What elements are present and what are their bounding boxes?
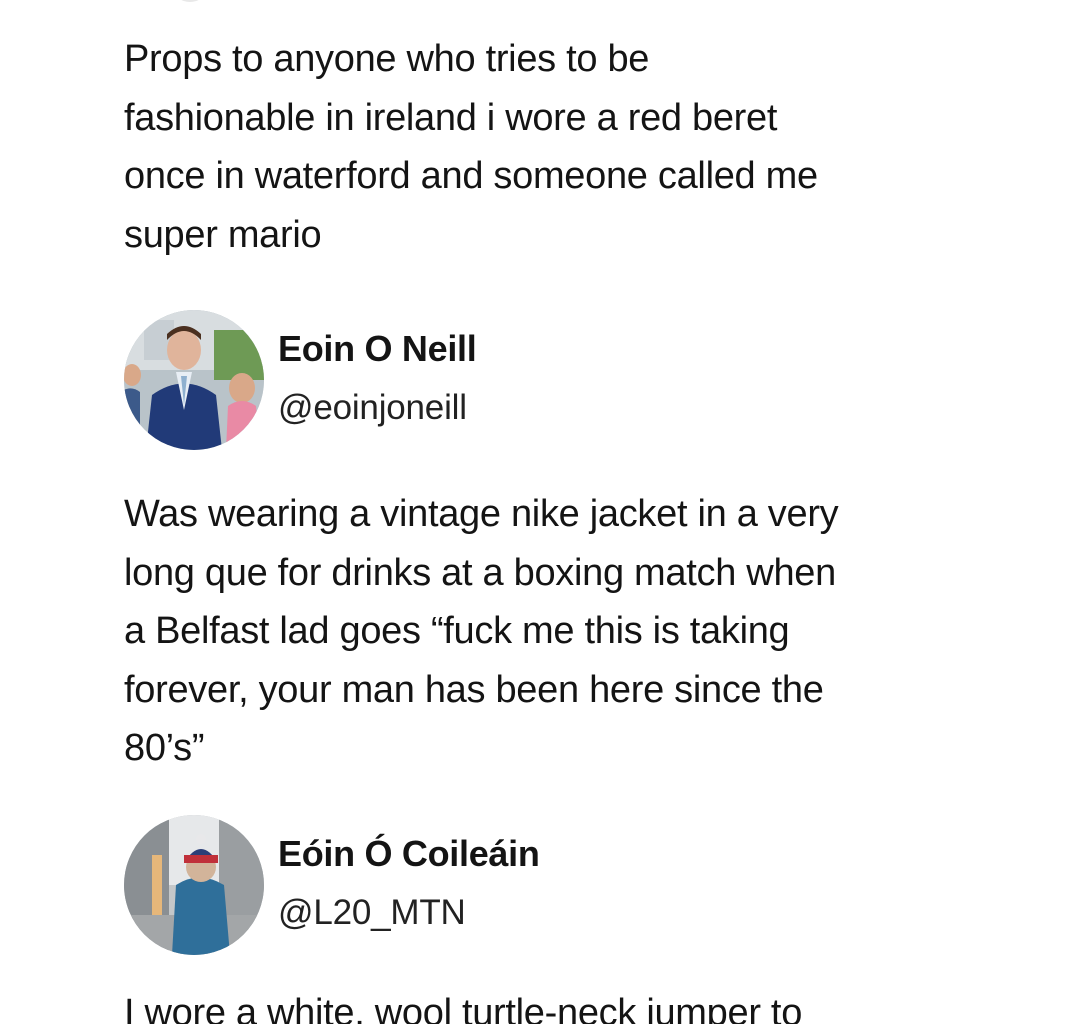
tweet-text: I wore a white, wool turtle-neck jumper …	[124, 992, 803, 1024]
avatar-photo-icon	[124, 310, 264, 450]
display-name[interactable]: Eóin Ó Coileáin	[278, 833, 540, 875]
tweet-author[interactable]: Eóin Ó Coileáin @L20_MTN	[124, 815, 824, 955]
avatar-photo-icon	[124, 815, 264, 955]
avatar[interactable]	[124, 815, 264, 955]
tweet-author[interactable]: Eoin O Neill @eoinjoneill	[124, 310, 824, 450]
user-handle[interactable]: @eoinjoneill	[278, 388, 467, 428]
previous-avatar-fragment	[175, 0, 205, 2]
avatar[interactable]	[124, 310, 264, 450]
user-handle[interactable]: @L20_MTN	[278, 893, 466, 933]
tweet-text: Props to anyone who tries to be fashiona…	[124, 38, 818, 256]
display-name[interactable]: Eoin O Neill	[278, 328, 477, 370]
tweet-text: Was wearing a vintage nike jacket in a v…	[124, 493, 839, 769]
tweet-thread: Props to anyone who tries to be fashiona…	[0, 0, 1084, 1024]
